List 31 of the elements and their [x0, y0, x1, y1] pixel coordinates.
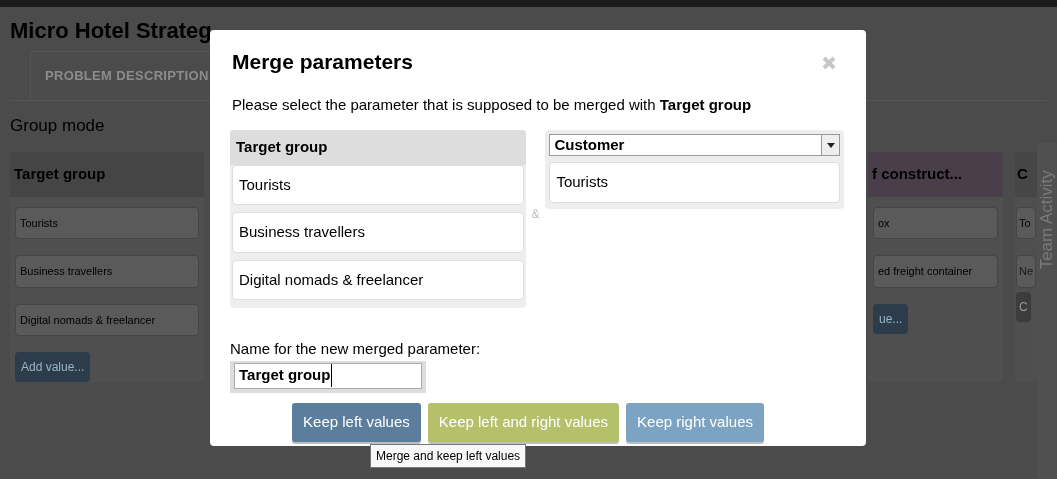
value-item[interactable]: Tourists	[549, 162, 840, 203]
value-item[interactable]: Business travellers	[232, 212, 524, 253]
panel-header: Target group	[230, 130, 526, 165]
parameter-select[interactable]: Customer	[549, 134, 840, 156]
value-item[interactable]: Digital nomads & freelancer	[15, 303, 199, 336]
add-value-button[interactable]: Add value...	[15, 352, 91, 382]
name-field[interactable]: Target group	[230, 360, 426, 393]
value-item[interactable]: Tourists	[232, 164, 524, 205]
input-field[interactable]: Ne	[1016, 255, 1036, 288]
field-label: Name for the new merged parameter:	[230, 339, 482, 359]
value-item[interactable]: Business travellers	[15, 255, 199, 288]
value-item[interactable]: Digital nomads & freelancer	[232, 259, 524, 300]
dialog-title: Merge parameters	[232, 49, 413, 75]
value-item[interactable]: To	[1016, 206, 1036, 239]
card-header: f construct...	[868, 152, 1003, 197]
keep-left-button[interactable]: Keep left values	[292, 402, 421, 442]
card-header: C	[1015, 152, 1037, 197]
ampersand: &	[530, 206, 541, 223]
add-value-button[interactable]: ue...	[873, 303, 909, 334]
value-item[interactable]: ox	[873, 206, 998, 239]
add-value-button[interactable]: C	[1016, 291, 1031, 322]
keep-right-button[interactable]: Keep right values	[626, 402, 764, 442]
value-item[interactable]: Tourists	[15, 206, 199, 239]
instruction-text: Please select the parameter that is supposed to be merged with Target group	[232, 94, 753, 115]
card-header: Target group	[10, 152, 204, 197]
mode-heading: Group mode	[10, 114, 106, 137]
caret-icon	[826, 142, 835, 148]
value-item[interactable]: ed freight container	[873, 255, 998, 288]
tooltip: Merge and keep left values	[370, 444, 527, 468]
page-title: Micro Hotel Strateg	[10, 17, 213, 45]
close-icon[interactable]	[822, 56, 836, 70]
